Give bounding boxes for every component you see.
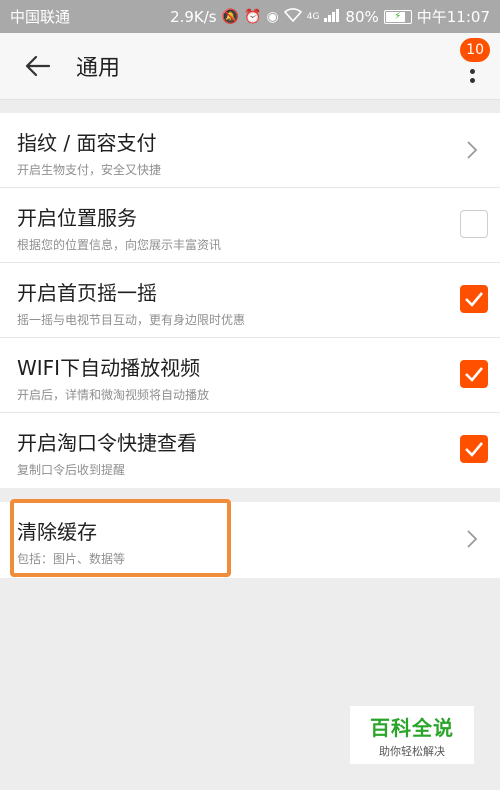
setting-subtitle: 根据您的位置信息，向您展示丰富资讯 (17, 238, 222, 252)
status-bar: 中国联通 2.9K/s 🔕 ⏰ ◉ 4G 80% ⚡ 中午11:07 (0, 0, 500, 33)
battery-icon: ⚡ (383, 9, 412, 24)
network-speed: 2.9K/s (170, 7, 217, 26)
taokouling-checkbox[interactable] (460, 435, 488, 463)
mute-icon: 🔕 (221, 8, 240, 25)
setting-row-biometric-pay[interactable]: 指纹 / 面容支付 开启生物支付，安全又快捷 (0, 113, 500, 188)
signal-icon (324, 8, 340, 25)
setting-title: 开启淘口令快捷查看 (17, 431, 197, 455)
clock: 中午11:07 (416, 8, 490, 26)
more-dot (469, 78, 475, 83)
chevron-right-icon (467, 141, 478, 159)
watermark-main-text: 百科全说 (370, 715, 454, 740)
cache-group: 清除缓存 包括：图片、数据等 (0, 502, 500, 578)
location-checkbox[interactable] (460, 210, 488, 238)
more-vertical-icon (469, 69, 475, 74)
setting-title: 开启位置服务 (17, 206, 137, 230)
check-icon (465, 442, 483, 457)
clear-cache-row[interactable]: 清除缓存 包括：图片、数据等 (0, 502, 500, 577)
status-icons: 2.9K/s 🔕 ⏰ ◉ 4G 80% ⚡ 中午11:07 (170, 6, 490, 27)
setting-title: 开启首页摇一摇 (17, 281, 157, 305)
watermark-logo: 百科全说 助你轻松解决 (350, 706, 474, 764)
setting-title: 清除缓存 (17, 520, 97, 544)
setting-row-shake[interactable]: 开启首页摇一摇 摇一摇与电视节目互动，更有身边限时优惠 (0, 263, 500, 338)
setting-row-autoplay[interactable]: WIFI下自动播放视频 开启后，详情和微淘视频将自动播放 (0, 338, 500, 413)
setting-title: WIFI下自动播放视频 (17, 356, 201, 380)
carrier-name: 中国联通 (10, 8, 71, 26)
settings-group: 指纹 / 面容支付 开启生物支付，安全又快捷 开启位置服务 根据您的位置信息，向… (0, 113, 500, 488)
chevron-right-icon (467, 530, 478, 548)
page-title: 通用 (76, 56, 121, 81)
check-icon (465, 367, 483, 382)
notification-badge: 10 (460, 38, 490, 62)
watermark-sub-text: 助你轻松解决 (379, 744, 445, 758)
setting-subtitle: 摇一摇与电视节目互动，更有身边限时优惠 (17, 313, 246, 327)
check-icon (465, 292, 483, 307)
setting-subtitle: 开启生物支付，安全又快捷 (17, 163, 162, 177)
arrow-left-icon (25, 55, 51, 77)
setting-row-location[interactable]: 开启位置服务 根据您的位置信息，向您展示丰富资讯 (0, 188, 500, 263)
setting-subtitle: 开启后，详情和微淘视频将自动播放 (17, 388, 210, 402)
setting-title: 指纹 / 面容支付 (17, 131, 157, 155)
shake-checkbox[interactable] (460, 285, 488, 313)
autoplay-checkbox[interactable] (460, 360, 488, 388)
setting-subtitle: 复制口令后收到提醒 (17, 463, 126, 477)
eye-icon: ◉ (266, 8, 279, 25)
network-type: 4G (306, 11, 320, 22)
setting-row-taokouling[interactable]: 开启淘口令快捷查看 复制口令后收到提醒 (0, 413, 500, 488)
wifi-icon (283, 8, 302, 25)
alarm-icon: ⏰ (244, 8, 262, 25)
battery-percent: 80% (345, 7, 379, 26)
setting-subtitle: 包括：图片、数据等 (17, 552, 126, 566)
app-bar: 通用 10 (0, 33, 500, 100)
back-button[interactable] (18, 46, 58, 86)
